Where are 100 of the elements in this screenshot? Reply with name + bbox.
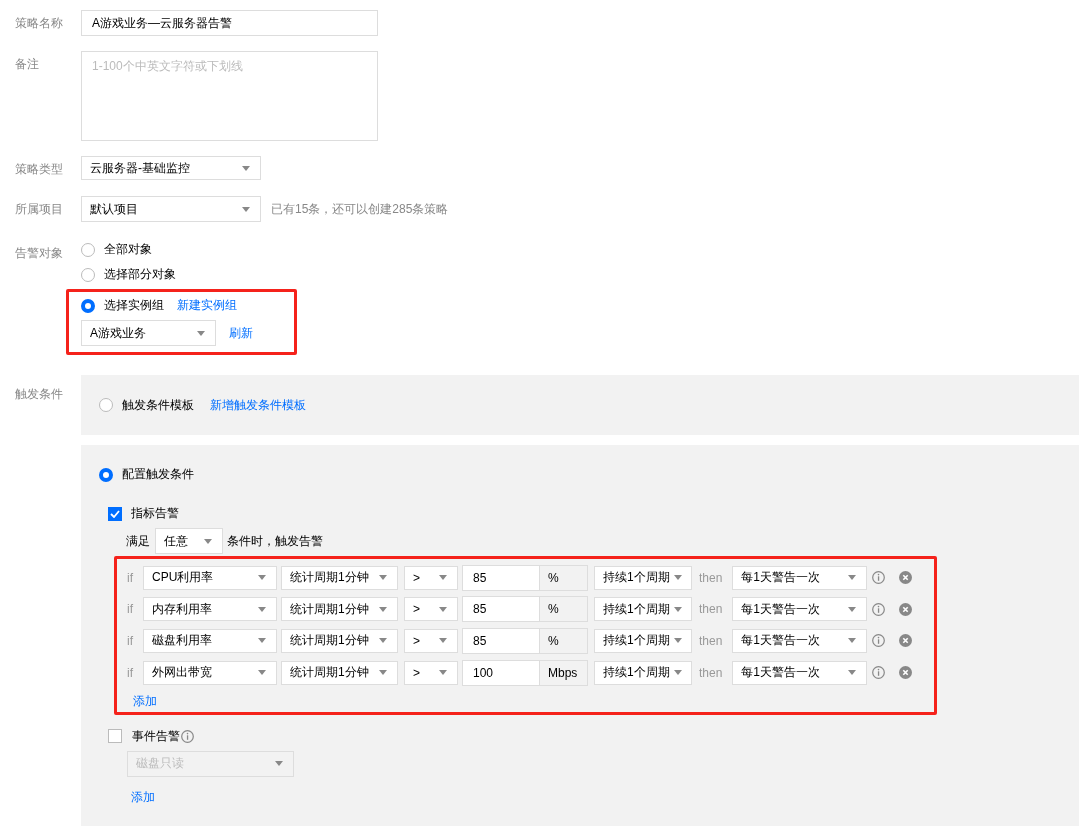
remark-textarea[interactable]: 1-100个中英文字符或下划线: [81, 51, 378, 141]
radio-button[interactable]: [81, 298, 95, 313]
field-label: 备注: [14, 56, 40, 73]
field-label: 告警对象: [14, 245, 64, 262]
if-keyword: if: [126, 665, 134, 680]
period-dropdown[interactable]: 统计周期1分钟: [281, 660, 398, 685]
radio-button[interactable]: [81, 267, 95, 282]
radio-label: 触发条件模板: [122, 396, 194, 414]
checkbox[interactable]: [108, 506, 122, 521]
close-icon[interactable]: [899, 571, 913, 584]
frequency-dropdown[interactable]: 每1天警告一次: [732, 660, 868, 685]
metric-dropdown[interactable]: 内存利用率: [143, 597, 277, 622]
radio-label: 选择部分对象: [104, 266, 176, 283]
then-keyword: then: [699, 665, 723, 680]
then-keyword: then: [699, 570, 723, 585]
frequency-dropdown[interactable]: 每1天警告一次: [732, 597, 868, 622]
radio-label: 配置触发条件: [122, 466, 194, 483]
caret-icon: [439, 575, 447, 580]
unit-label: %: [540, 596, 588, 623]
threshold-input[interactable]: 85: [462, 596, 540, 623]
unit-label: Mbps: [540, 659, 588, 686]
operator-dropdown[interactable]: >: [404, 565, 458, 590]
caret-icon: [258, 606, 266, 612]
operator-dropdown[interactable]: >: [404, 628, 458, 653]
then-keyword: then: [699, 602, 723, 617]
close-icon[interactable]: [899, 634, 913, 648]
caret-icon: [673, 575, 682, 580]
caret-icon: [848, 606, 857, 612]
checkbox-label: 指标告警: [131, 505, 179, 522]
duration-dropdown[interactable]: 持续1个周期: [594, 565, 692, 590]
if-keyword: if: [126, 570, 134, 585]
caret-icon: [673, 670, 682, 676]
caret-icon: [379, 606, 387, 612]
threshold-input[interactable]: 85: [462, 627, 540, 654]
add-link[interactable]: 添加: [133, 692, 157, 710]
frequency-dropdown[interactable]: 每1天警告一次: [732, 565, 868, 590]
condition-text: 条件时，触发告警: [227, 532, 323, 550]
add-link[interactable]: 添加: [131, 788, 155, 806]
caret-icon: [439, 670, 447, 676]
if-keyword: if: [126, 633, 134, 648]
quota-hint: 已有15条，还可以创建285条策略: [271, 201, 449, 218]
info-icon[interactable]: [872, 634, 886, 648]
duration-dropdown[interactable]: 持续1个周期: [594, 597, 692, 622]
duration-dropdown[interactable]: 持续1个周期: [594, 628, 692, 653]
period-dropdown[interactable]: 统计周期1分钟: [281, 565, 398, 590]
if-keyword: if: [126, 602, 134, 617]
caret-icon: [439, 606, 447, 612]
caret-icon: [258, 575, 266, 580]
radio-button[interactable]: [81, 242, 95, 257]
project-dropdown[interactable]: 默认项目: [81, 196, 261, 222]
metric-dropdown[interactable]: 磁盘利用率: [143, 628, 277, 653]
radio-label: 选择实例组: [104, 297, 164, 314]
threshold-input[interactable]: 100: [462, 659, 540, 686]
policy-name-input[interactable]: A游戏业务—云服务器告警: [81, 10, 378, 36]
close-icon[interactable]: [899, 602, 913, 616]
operator-dropdown[interactable]: >: [404, 597, 458, 622]
unit-label: %: [540, 627, 588, 654]
new-template-link[interactable]: 新增触发条件模板: [210, 396, 306, 414]
caret-icon: [848, 575, 857, 580]
caret-icon: [242, 165, 250, 171]
refresh-link[interactable]: 刷新: [229, 324, 253, 342]
checkbox-label: 事件告警: [132, 727, 180, 745]
caret-icon: [379, 670, 387, 676]
field-label: 策略名称: [14, 15, 64, 32]
info-icon[interactable]: [181, 729, 194, 743]
policy-type-dropdown[interactable]: 云服务器-基础监控: [81, 156, 261, 180]
caret-icon: [197, 330, 205, 336]
caret-icon: [673, 606, 682, 612]
radio-button[interactable]: [99, 467, 113, 482]
caret-icon: [848, 670, 857, 676]
caret-icon: [848, 638, 857, 644]
operator-dropdown[interactable]: >: [404, 660, 458, 685]
info-icon[interactable]: [872, 571, 886, 584]
instance-group-dropdown[interactable]: A游戏业务: [81, 320, 216, 346]
unit-label: %: [540, 564, 588, 591]
metric-dropdown[interactable]: CPU利用率: [143, 565, 277, 590]
checkbox[interactable]: [108, 729, 122, 744]
caret-icon: [275, 761, 283, 767]
caret-icon: [242, 206, 250, 212]
caret-icon: [258, 638, 266, 644]
match-dropdown[interactable]: 任意: [155, 528, 223, 554]
caret-icon: [379, 575, 387, 580]
condition-text: 满足: [126, 532, 150, 550]
threshold-input[interactable]: 85: [462, 564, 540, 591]
caret-icon: [204, 538, 212, 544]
info-icon[interactable]: [872, 666, 886, 680]
duration-dropdown[interactable]: 持续1个周期: [594, 660, 692, 685]
period-dropdown[interactable]: 统计周期1分钟: [281, 597, 398, 622]
field-label: 策略类型: [14, 161, 64, 178]
then-keyword: then: [699, 633, 723, 648]
frequency-dropdown[interactable]: 每1天警告一次: [732, 628, 868, 653]
close-icon[interactable]: [899, 666, 913, 680]
field-label: 触发条件: [14, 386, 64, 403]
period-dropdown[interactable]: 统计周期1分钟: [281, 628, 398, 653]
info-icon[interactable]: [872, 602, 886, 616]
radio-button[interactable]: [99, 398, 113, 412]
field-label: 所属项目: [14, 201, 64, 218]
caret-icon: [379, 638, 387, 644]
new-group-link[interactable]: 新建实例组: [177, 297, 237, 314]
metric-dropdown[interactable]: 外网出带宽: [143, 660, 277, 685]
